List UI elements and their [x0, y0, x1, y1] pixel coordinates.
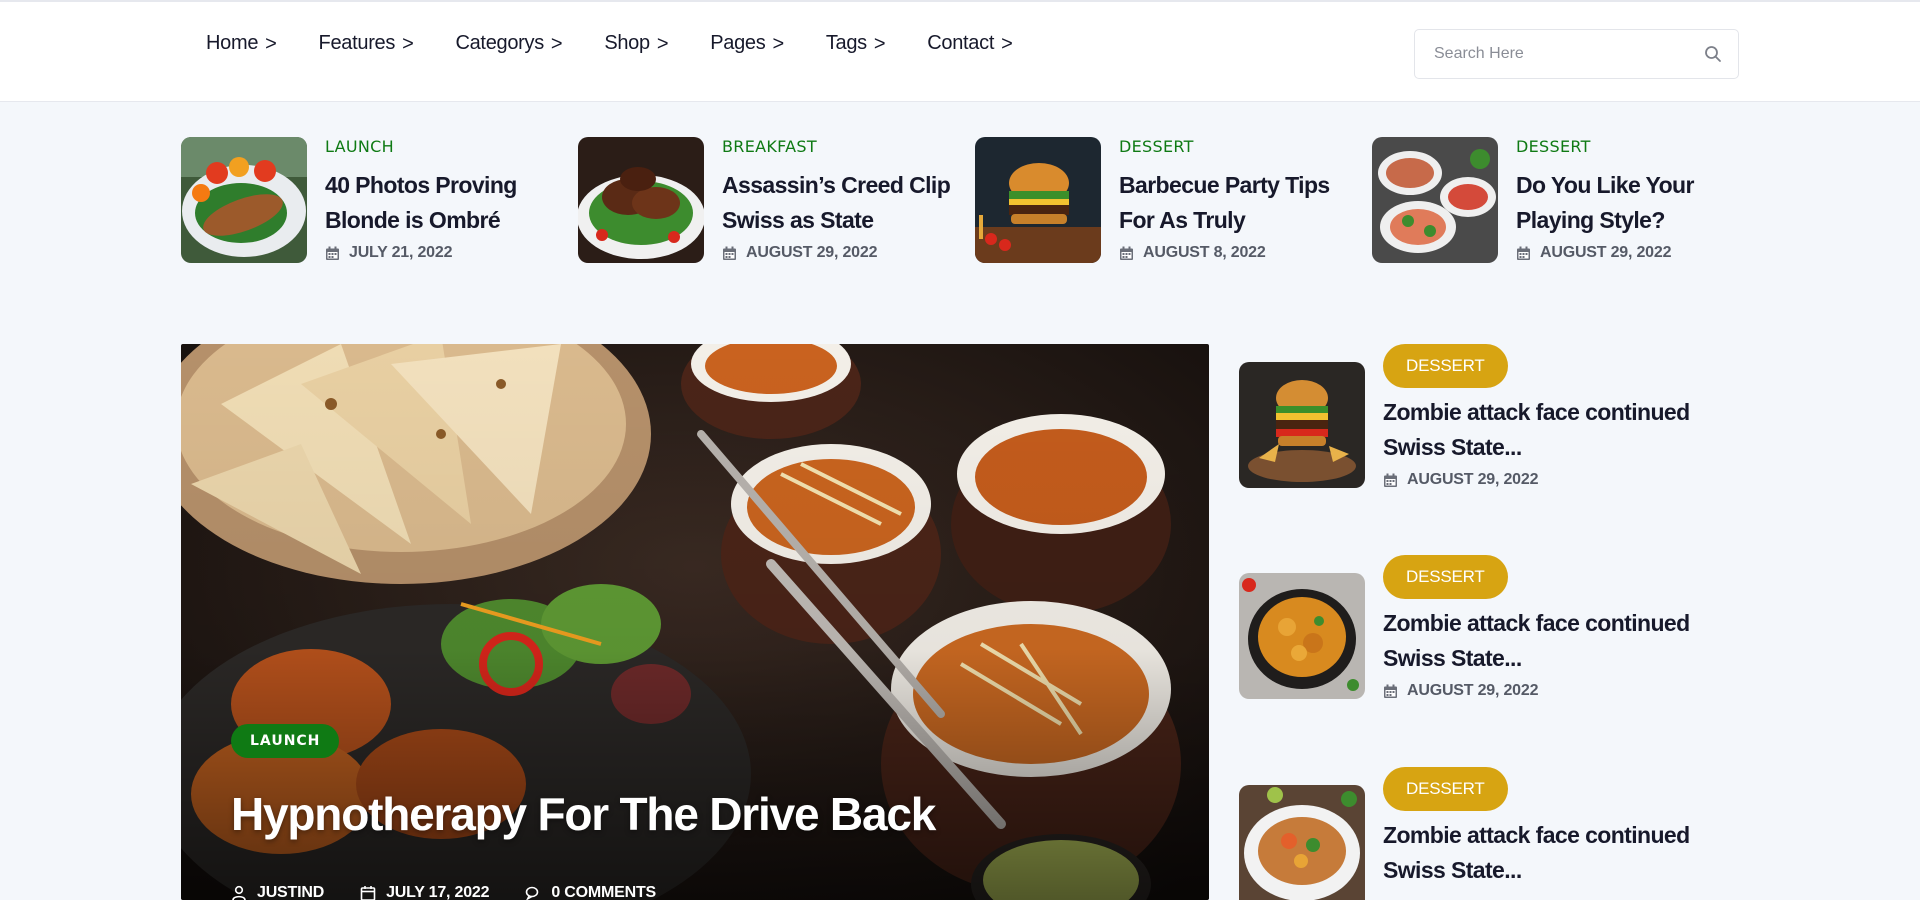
- post-category-badge[interactable]: DESSERT: [1383, 767, 1508, 811]
- post-thumbnail[interactable]: [578, 137, 704, 263]
- sidebar-post[interactable]: DESSERT Zombie attack face continued Swi…: [1239, 767, 1739, 900]
- user-icon: [232, 885, 246, 900]
- date-text: AUGUST 29, 2022: [1407, 682, 1539, 699]
- main-nav: Home > Features > Categorys > Shop > Pages > …: [206, 32, 1054, 55]
- post-thumbnail[interactable]: [1239, 362, 1365, 488]
- post-thumbnail[interactable]: [1239, 785, 1365, 900]
- burger-image: [1239, 362, 1365, 488]
- post-date: JULY 17, 2022: [360, 884, 490, 900]
- date-text: JULY 17, 2022: [386, 884, 490, 900]
- grilled-meat-image: [578, 137, 704, 263]
- post-title[interactable]: Barbecue Party Tips For As Truly: [1119, 168, 1355, 238]
- post-category[interactable]: BREAKFAST: [722, 137, 958, 157]
- date-text: AUGUST 29, 2022: [1540, 244, 1672, 261]
- post-title[interactable]: 40 Photos Proving Blonde is Ombré: [325, 168, 561, 238]
- post-author[interactable]: JUSTIND: [231, 884, 324, 900]
- post-date: AUGUST 8, 2022: [1119, 244, 1355, 262]
- fish-plate-image: [181, 137, 307, 263]
- date-text: AUGUST 8, 2022: [1143, 244, 1266, 261]
- nav-features[interactable]: Features >: [319, 32, 414, 55]
- post-category[interactable]: DESSERT: [1516, 137, 1752, 157]
- strip-post[interactable]: LAUNCH 40 Photos Proving Blonde is Ombré…: [181, 137, 561, 263]
- nav-label: Categorys: [455, 32, 544, 54]
- nav-label: Shop: [604, 32, 650, 54]
- strip-post[interactable]: BREAKFAST Assassin’s Creed Clip Swiss as…: [578, 137, 958, 263]
- nav-shop[interactable]: Shop >: [604, 32, 668, 55]
- calendar-icon: [360, 886, 376, 900]
- post-title[interactable]: Zombie attack face continued Swiss State…: [1383, 606, 1739, 676]
- nav-label: Tags: [825, 32, 867, 54]
- chevron-right-icon: >: [550, 32, 563, 55]
- post-date: AUGUST 29, 2022: [722, 244, 958, 262]
- post-title[interactable]: Zombie attack face continued Swiss State…: [1383, 818, 1739, 888]
- post-thumbnail[interactable]: [975, 137, 1101, 263]
- post-thumbnail[interactable]: [1372, 137, 1498, 263]
- post-date: JULY 21, 2022: [325, 244, 561, 262]
- search-box: [1414, 29, 1739, 79]
- post-body: DESSERT Do You Like Your Playing Style? …: [1516, 137, 1752, 262]
- post-category-badge[interactable]: DESSERT: [1383, 555, 1508, 599]
- post-body: DESSERT Barbecue Party Tips For As Truly…: [1119, 137, 1355, 262]
- author-name: JUSTIND: [257, 884, 325, 900]
- calendar-icon: [326, 246, 339, 260]
- post-date: AUGUST 29, 2022: [1383, 471, 1739, 489]
- chevron-right-icon: >: [873, 32, 886, 55]
- calendar-icon: [1384, 473, 1397, 487]
- post-comments[interactable]: 0 COMMENTS: [525, 884, 656, 900]
- fish-dish-image: [1239, 785, 1365, 900]
- post-thumbnail[interactable]: [1239, 573, 1365, 699]
- sidebar-post[interactable]: DESSERT Zombie attack face continued Swi…: [1239, 555, 1739, 715]
- nav-label: Contact: [927, 32, 995, 54]
- post-category[interactable]: LAUNCH: [325, 137, 561, 157]
- nav-home[interactable]: Home >: [206, 32, 277, 55]
- post-date: AUGUST 29, 2022: [1516, 244, 1752, 262]
- post-category-badge[interactable]: LAUNCH: [231, 724, 340, 758]
- search-icon[interactable]: [1704, 45, 1722, 63]
- chevron-right-icon: >: [402, 32, 414, 55]
- post-title[interactable]: Zombie attack face continued Swiss State…: [1383, 395, 1739, 465]
- post-body: LAUNCH 40 Photos Proving Blonde is Ombré…: [325, 137, 561, 262]
- date-text: AUGUST 29, 2022: [1407, 471, 1539, 488]
- comments-count: 0 COMMENTS: [551, 884, 657, 900]
- site-header: Home > Features > Categorys > Shop > Pages > …: [0, 0, 1920, 102]
- burger-image: [975, 137, 1101, 263]
- post-body: BREAKFAST Assassin’s Creed Clip Swiss as…: [722, 137, 958, 262]
- post-category-badge[interactable]: DESSERT: [1383, 344, 1508, 388]
- nav-label: Home: [206, 32, 259, 54]
- post-title[interactable]: Do You Like Your Playing Style?: [1516, 168, 1752, 238]
- curry-bowl-image: [1239, 573, 1365, 699]
- nav-contact[interactable]: Contact >: [927, 32, 1013, 55]
- post-category[interactable]: DESSERT: [1119, 137, 1355, 157]
- calendar-icon: [1120, 246, 1133, 260]
- sidebar-post[interactable]: DESSERT Zombie attack face continued Swi…: [1239, 344, 1739, 504]
- post-date: AUGUST 29, 2022: [1383, 682, 1739, 700]
- salad-plates-image: [1372, 137, 1498, 263]
- post-title[interactable]: Hypnotherapy For The Drive Back: [231, 786, 1131, 842]
- post-body: DESSERT Zombie attack face continued Swi…: [1383, 344, 1739, 489]
- date-text: JULY 21, 2022: [349, 244, 453, 261]
- date-text: AUGUST 29, 2022: [746, 244, 878, 261]
- post-body: DESSERT Zombie attack face continued Swi…: [1383, 555, 1739, 700]
- nav-categorys[interactable]: Categorys >: [455, 32, 562, 55]
- chevron-right-icon: >: [1001, 32, 1013, 55]
- chevron-right-icon: >: [265, 32, 277, 55]
- post-title[interactable]: Assassin’s Creed Clip Swiss as State: [722, 168, 958, 238]
- nav-tags[interactable]: Tags >: [825, 32, 886, 55]
- chevron-right-icon: >: [772, 32, 784, 55]
- chevron-right-icon: >: [656, 32, 669, 55]
- post-meta: JUSTIND JULY 17, 2022 0 COMMENTS: [231, 884, 656, 900]
- post-thumbnail[interactable]: [181, 137, 307, 263]
- calendar-icon: [1517, 246, 1530, 260]
- strip-post[interactable]: DESSERT Do You Like Your Playing Style? …: [1372, 137, 1752, 263]
- nav-pages[interactable]: Pages >: [710, 32, 784, 55]
- nav-label: Features: [318, 32, 396, 54]
- calendar-icon: [1384, 684, 1397, 698]
- comments-icon: [526, 886, 539, 900]
- calendar-icon: [723, 246, 736, 260]
- nav-label: Pages: [710, 32, 766, 54]
- strip-post[interactable]: DESSERT Barbecue Party Tips For As Truly…: [975, 137, 1355, 263]
- post-body: DESSERT Zombie attack face continued Swi…: [1383, 767, 1739, 894]
- search-input[interactable]: [1415, 30, 1695, 78]
- featured-post[interactable]: LAUNCH Hypnotherapy For The Drive Back J…: [181, 344, 1209, 900]
